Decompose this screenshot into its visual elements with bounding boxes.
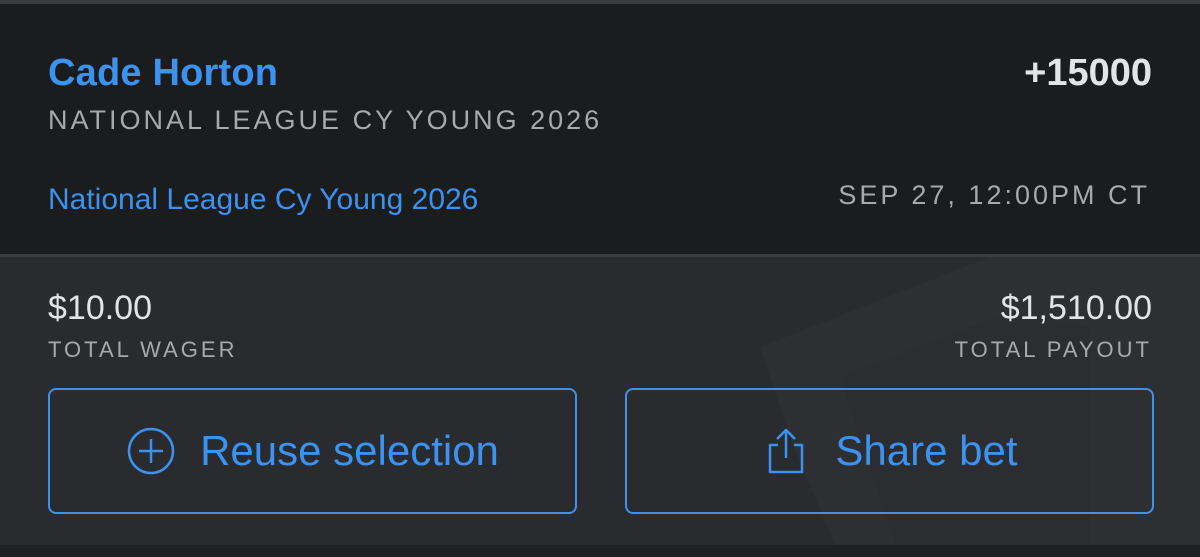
event-link[interactable]: National League Cy Young 2026 xyxy=(48,183,478,217)
event-time: SEP 27, 12:00PM CT xyxy=(838,180,1150,210)
total-payout-amount: $1,510.00 xyxy=(1000,289,1152,327)
market-name: NATIONAL LEAGUE CY YOUNG 2026 xyxy=(48,105,603,135)
share-icon xyxy=(769,428,804,474)
bet-header: Cade Horton +15000 NATIONAL LEAGUE CY YO… xyxy=(0,4,1200,254)
total-wager-amount: $10.00 xyxy=(48,289,152,327)
share-bet-button[interactable]: Share bet xyxy=(625,388,1154,514)
total-payout-label: TOTAL PAYOUT xyxy=(954,337,1152,362)
plus-circle-icon xyxy=(127,427,175,475)
bet-summary: $10.00 TOTAL WAGER $1,510.00 TOTAL PAYOU… xyxy=(0,257,1200,557)
bet-card: Cade Horton +15000 NATIONAL LEAGUE CY YO… xyxy=(0,0,1200,557)
selection-name: Cade Horton xyxy=(48,52,279,94)
odds-value: +15000 xyxy=(1024,52,1152,94)
reuse-selection-button[interactable]: Reuse selection xyxy=(48,388,577,514)
share-bet-label: Share bet xyxy=(835,427,1018,474)
reuse-selection-label: Reuse selection xyxy=(200,427,499,474)
bottom-divider xyxy=(0,545,1200,557)
total-wager-label: TOTAL WAGER xyxy=(48,337,238,362)
